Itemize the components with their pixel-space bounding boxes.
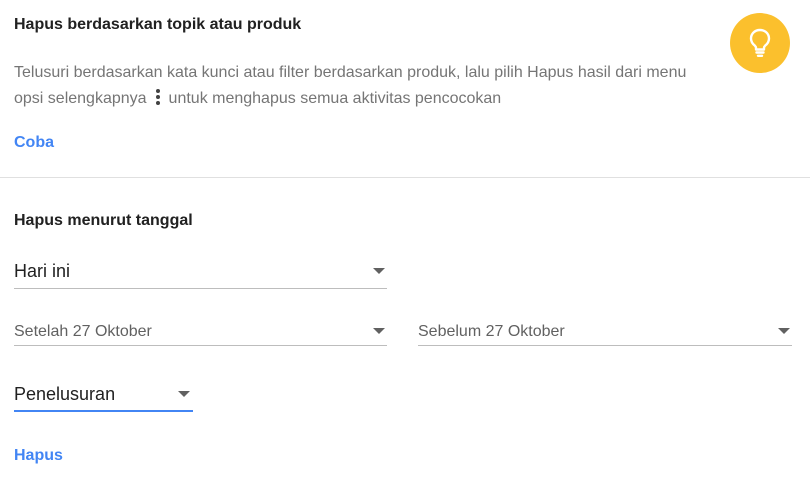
product-value: Penelusuran [14,384,116,404]
before-date-select[interactable]: Sebelum 27 Oktober [418,320,792,346]
product-select[interactable]: Penelusuran [14,382,193,412]
lightbulb-icon [730,13,790,73]
chevron-down-icon [373,268,385,274]
delete-link[interactable]: Hapus [14,447,63,465]
date-range-select[interactable]: Hari ini [14,258,387,289]
more-vert-icon [151,89,165,105]
chevron-down-icon [373,328,385,334]
description-text-2: untuk menghapus semua aktivitas pencocok… [168,90,502,107]
delete-by-topic-section: Hapus berdasarkan topik atau produk Telu… [0,0,810,177]
before-date-value: Sebelum 27 Oktober [418,323,565,340]
topic-section-description: Telusuri berdasarkan kata kunci atau fil… [14,60,714,112]
select-underline [418,345,792,346]
chevron-down-icon [178,391,190,397]
select-underline [14,288,387,289]
chevron-down-icon [778,328,790,334]
date-section-title: Hapus menurut tanggal [14,212,193,229]
topic-section-title: Hapus berdasarkan topik atau produk [14,16,302,33]
select-underline [14,410,193,412]
section-divider [0,177,810,178]
after-date-value: Setelah 27 Oktober [14,323,152,340]
select-underline [14,345,387,346]
try-link[interactable]: Coba [14,134,54,152]
after-date-select[interactable]: Setelah 27 Oktober [14,320,387,346]
date-range-value: Hari ini [14,261,71,281]
